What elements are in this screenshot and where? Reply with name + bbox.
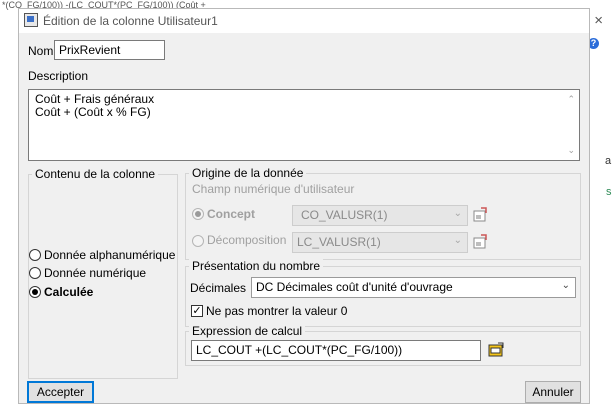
background-text-right-2: s	[606, 186, 612, 198]
decimals-select[interactable]: DC Décimales coût d'unité d'ouvrage ⌄	[251, 277, 576, 298]
origin-legend: Origine de la donnée	[189, 166, 307, 180]
radio-numeric[interactable]	[29, 267, 41, 279]
expression-editor-icon[interactable]	[488, 342, 504, 358]
presentation-legend: Présentation du nombre	[189, 259, 324, 273]
concept-lookup-icon[interactable]	[472, 207, 488, 223]
radio-decomposition-label[interactable]: Décomposition	[207, 233, 286, 247]
decomposition-select-value: LC_VALUSR(1)	[297, 235, 381, 249]
name-label: Nom	[28, 44, 54, 58]
radio-decomposition[interactable]	[192, 235, 204, 247]
edit-column-dialog: Édition de la colonne Utilisateur1 Nom P…	[18, 8, 603, 404]
description-label: Description	[28, 69, 89, 83]
content-legend: Contenu de la colonne	[32, 167, 159, 181]
scroll-up-icon[interactable]: ⌃	[567, 93, 575, 106]
hide-zero-label[interactable]: Ne pas montrer la valeur 0	[206, 304, 347, 318]
dialog-title: Édition de la colonne Utilisateur1	[43, 14, 218, 28]
radio-numeric-label[interactable]: Donnée numérique	[44, 266, 146, 280]
cancel-button[interactable]: Annuler	[525, 381, 581, 403]
radio-concept[interactable]	[192, 208, 204, 220]
description-textarea[interactable]: Coût + Frais généraux Coût + (Coût x % F…	[28, 89, 580, 161]
chevron-down-icon: ⌄	[453, 235, 462, 246]
decomposition-lookup-icon[interactable]	[472, 234, 488, 250]
concept-select-value: CO_VALUSR(1)	[301, 208, 388, 222]
close-icon[interactable]: ×	[594, 12, 603, 29]
radio-alphanumeric-label[interactable]: Donnée alphanumérique	[44, 248, 175, 262]
description-line-2: Coût + (Coût x % FG)	[35, 105, 151, 119]
decimals-label: Décimales	[190, 281, 247, 295]
background-text-right-1: a	[605, 155, 612, 167]
app-icon	[24, 13, 38, 27]
concept-select[interactable]: CO_VALUSR(1) ⌄	[292, 205, 468, 226]
radio-concept-label[interactable]: Concept	[207, 207, 255, 221]
name-input[interactable]: PrixRevient	[54, 40, 165, 60]
radio-calculated-label[interactable]: Calculée	[44, 285, 93, 299]
hide-zero-checkbox[interactable]: ✓	[191, 305, 203, 317]
chevron-down-icon: ⌄	[453, 208, 462, 219]
accept-button[interactable]: Accepter	[27, 381, 94, 403]
chevron-down-icon: ⌄	[561, 280, 570, 291]
radio-alphanumeric[interactable]	[29, 249, 41, 261]
expression-input[interactable]: LC_COUT +(LC_COUT*(PC_FG/100))	[191, 340, 481, 361]
origin-hint: Champ numérique d'utilisateur	[192, 182, 355, 196]
expression-legend: Expression de calcul	[189, 324, 306, 338]
title-bar: Édition de la colonne Utilisateur1	[19, 9, 589, 33]
decomposition-select[interactable]: LC_VALUSR(1) ⌄	[292, 232, 468, 253]
radio-calculated[interactable]	[29, 286, 41, 298]
scroll-down-icon[interactable]: ⌄	[567, 144, 575, 157]
decimals-select-value: DC Décimales coût d'unité d'ouvrage	[256, 280, 453, 294]
